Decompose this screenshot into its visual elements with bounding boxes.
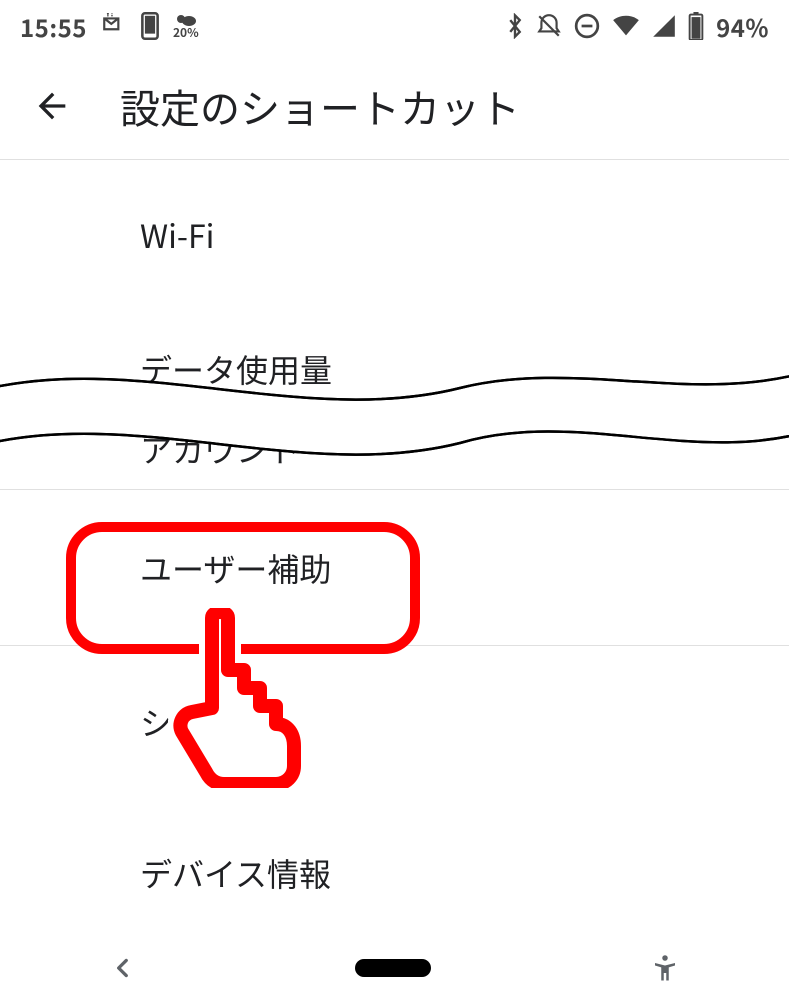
list-item-label: デバイス情報 bbox=[140, 850, 331, 896]
list-item-label: システム bbox=[140, 699, 267, 745]
minus-circle-icon bbox=[574, 13, 600, 39]
nav-accessibility-button[interactable] bbox=[650, 953, 680, 983]
list-item-wifi[interactable]: Wi-Fi bbox=[0, 160, 789, 310]
weather-percentage: 20% bbox=[173, 27, 199, 39]
dnd-icon bbox=[536, 13, 562, 39]
phone-icon bbox=[141, 12, 159, 40]
list-item-label: データ使用量 bbox=[140, 346, 332, 392]
list-item-label: アカウント bbox=[140, 426, 300, 472]
back-button[interactable] bbox=[32, 86, 72, 126]
settings-list: Wi-Fi データ使用量 アカウント ユーザー補助 システム デバイス情報 bbox=[0, 160, 789, 948]
list-item-accessibility[interactable]: ユーザー補助 bbox=[0, 490, 789, 646]
navigation-bar bbox=[0, 933, 789, 1003]
mail-icon: Y! bbox=[101, 13, 127, 39]
battery-icon bbox=[688, 12, 704, 40]
cellular-icon bbox=[652, 14, 676, 38]
list-item-device-info[interactable]: デバイス情報 bbox=[0, 798, 789, 948]
page-title: 設定のショートカット bbox=[120, 77, 520, 135]
nav-back-button[interactable] bbox=[110, 955, 136, 981]
bluetooth-icon bbox=[506, 13, 524, 39]
list-item-label: ユーザー補助 bbox=[140, 545, 331, 591]
list-item-system[interactable]: システム bbox=[0, 646, 789, 798]
wifi-icon bbox=[612, 14, 640, 38]
weather-icon: 20% bbox=[173, 13, 199, 39]
status-bar: 15:55 Y! 20% bbox=[0, 0, 789, 52]
list-item-data-usage[interactable]: データ使用量 bbox=[0, 310, 789, 390]
list-item-account[interactable]: アカウント bbox=[0, 390, 789, 490]
app-bar: 設定のショートカット bbox=[0, 52, 789, 160]
nav-home-button[interactable] bbox=[355, 959, 431, 977]
svg-text:Y!: Y! bbox=[104, 13, 113, 19]
status-time: 15:55 bbox=[20, 9, 87, 44]
battery-percentage: 94% bbox=[716, 9, 769, 44]
list-item-label: Wi-Fi bbox=[140, 212, 214, 258]
